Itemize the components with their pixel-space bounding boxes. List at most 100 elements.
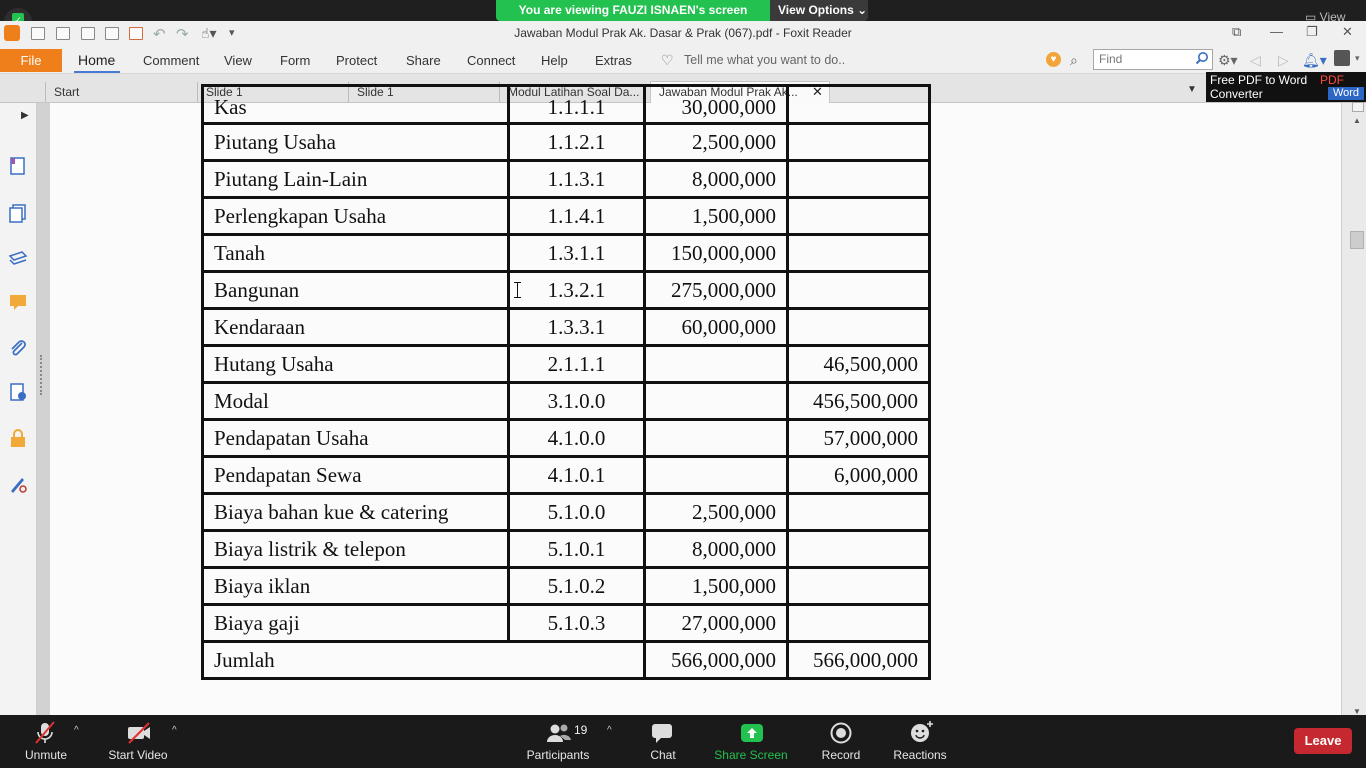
document-title: Jawaban Modul Prak Ak. Dasar & Prak (067… bbox=[514, 26, 852, 40]
credit-cell bbox=[786, 492, 931, 532]
security-lock-icon[interactable] bbox=[8, 428, 28, 448]
credit-cell bbox=[786, 122, 931, 162]
account-code-cell: 4.1.0.0 bbox=[507, 418, 646, 458]
previous-icon[interactable]: ◁ bbox=[1250, 52, 1261, 69]
menu-comment[interactable]: Comment bbox=[143, 53, 199, 68]
share-screen-icon[interactable] bbox=[740, 723, 764, 743]
comments-icon[interactable] bbox=[8, 292, 28, 312]
chat-icon[interactable] bbox=[651, 722, 673, 744]
leave-meeting-button[interactable]: Leave bbox=[1294, 728, 1352, 754]
view-options-label: View Options bbox=[778, 3, 854, 17]
expand-panel-icon[interactable]: ▶ bbox=[21, 110, 29, 121]
account-name-cell: Modal bbox=[201, 381, 510, 421]
bookmarks-icon[interactable] bbox=[8, 156, 28, 176]
view-options-button[interactable]: View Options ⌄ bbox=[770, 0, 868, 21]
account-name-cell: Pendapatan Sewa bbox=[201, 455, 510, 495]
tab-start[interactable]: Start bbox=[45, 82, 195, 102]
ledger-row: Modal 3.1.0.0 456,500,000 bbox=[201, 381, 931, 421]
scrollbar-thumb[interactable] bbox=[1350, 231, 1364, 249]
ledger-row: Biaya iklan 5.1.0.2 1,500,000 bbox=[201, 566, 931, 606]
account-code-cell: 5.1.0.1 bbox=[507, 529, 646, 569]
unmute-label[interactable]: Unmute bbox=[16, 748, 76, 762]
debit-cell: 1,500,000 bbox=[643, 566, 789, 606]
credit-cell bbox=[786, 603, 931, 643]
vertical-scrollbar[interactable] bbox=[1341, 103, 1366, 715]
digital-signature-icon[interactable] bbox=[8, 474, 28, 494]
video-off-icon[interactable] bbox=[126, 722, 152, 744]
account-name-cell: Biaya iklan bbox=[201, 566, 510, 606]
participants-label[interactable]: Participants bbox=[520, 748, 596, 762]
account-icon[interactable] bbox=[1334, 50, 1350, 66]
reactions-icon[interactable] bbox=[909, 720, 935, 744]
credit-cell bbox=[786, 566, 931, 606]
start-video-label[interactable]: Start Video bbox=[104, 748, 172, 762]
participants-caret-icon[interactable]: ^ bbox=[607, 725, 612, 736]
debit-cell: 2,500,000 bbox=[643, 492, 789, 532]
microphone-muted-icon[interactable] bbox=[34, 721, 56, 745]
maximize-icon[interactable]: ❐ bbox=[1306, 24, 1318, 40]
tell-me-search[interactable]: Tell me what you want to do.. bbox=[684, 53, 845, 67]
menu-extras[interactable]: Extras bbox=[595, 53, 632, 68]
menu-protect[interactable]: Protect bbox=[336, 53, 377, 68]
ledger-row: Piutang Usaha 1.1.2.1 2,500,000 bbox=[201, 122, 931, 162]
minimize-icon[interactable]: — bbox=[1270, 24, 1283, 39]
trial-balance-table: Kas 1.1.1.1 30,000,000 Piutang Usaha 1.1.2.1… bbox=[201, 84, 931, 680]
account-code-cell: 1.1.1.1 bbox=[507, 84, 646, 125]
menu-connect[interactable]: Connect bbox=[467, 53, 515, 68]
debit-cell: 8,000,000 bbox=[643, 159, 789, 199]
layers-icon[interactable] bbox=[8, 248, 28, 268]
account-caret-icon[interactable]: ▾ bbox=[1355, 53, 1360, 64]
credit-cell bbox=[786, 159, 931, 199]
menu-share[interactable]: Share bbox=[406, 53, 441, 68]
notification-bell-icon[interactable]: 🔔︎▾ bbox=[1302, 52, 1327, 69]
debit-cell: 2,500,000 bbox=[643, 122, 789, 162]
scroll-up-arrow-icon[interactable]: ▲ bbox=[1353, 116, 1361, 125]
account-name-cell: Kas bbox=[201, 84, 510, 125]
participants-icon[interactable] bbox=[546, 723, 572, 743]
menu-home[interactable]: Home bbox=[78, 52, 115, 68]
splitter-grip[interactable] bbox=[40, 355, 42, 395]
audio-options-caret-icon[interactable]: ^ bbox=[74, 725, 79, 736]
file-menu-button[interactable]: File bbox=[0, 49, 62, 72]
pages-icon[interactable] bbox=[8, 203, 28, 223]
settings-gear-icon[interactable]: ⚙▾ bbox=[1218, 52, 1238, 69]
total-label-cell: Jumlah bbox=[201, 640, 646, 680]
signatures-icon[interactable] bbox=[8, 382, 28, 402]
record-icon[interactable] bbox=[830, 722, 852, 744]
credit-cell bbox=[786, 196, 931, 236]
ledger-row: Perlengkapan Usaha 1.1.4.1 1,500,000 bbox=[201, 196, 931, 236]
menu-view[interactable]: View bbox=[224, 53, 252, 68]
credit-cell bbox=[786, 307, 931, 347]
attachments-icon[interactable] bbox=[8, 338, 28, 358]
account-name-cell: Bangunan bbox=[201, 270, 510, 310]
search-icon[interactable] bbox=[1195, 51, 1209, 65]
ledger-row: Kas 1.1.1.1 30,000,000 bbox=[201, 84, 931, 125]
reactions-label[interactable]: Reactions bbox=[890, 748, 950, 762]
ledger-row: Piutang Lain-Lain 1.1.3.1 8,000,000 bbox=[201, 159, 931, 199]
account-name-cell: Biaya bahan kue & catering bbox=[201, 492, 510, 532]
menu-form[interactable]: Form bbox=[280, 53, 310, 68]
close-icon[interactable]: ✕ bbox=[1342, 24, 1353, 40]
total-credit-cell: 566,000,000 bbox=[786, 640, 931, 680]
debit-cell: 60,000,000 bbox=[643, 307, 789, 347]
account-code-cell: 1.3.2.1 bbox=[507, 270, 646, 310]
viewing-screen-banner: You are viewing FAUZI ISNAEN's screen bbox=[496, 0, 770, 21]
record-label[interactable]: Record bbox=[815, 748, 867, 762]
total-debit-cell: 566,000,000 bbox=[643, 640, 789, 680]
tab-list-dropdown-icon[interactable]: ▼ bbox=[1187, 84, 1197, 95]
chat-label[interactable]: Chat bbox=[640, 748, 686, 762]
credit-cell: 456,500,000 bbox=[786, 381, 931, 421]
ledger-row: Hutang Usaha 2.1.1.1 46,500,000 bbox=[201, 344, 931, 384]
navigation-panel bbox=[0, 103, 37, 715]
folder-search-icon[interactable]: ⌕ bbox=[1070, 52, 1078, 69]
account-code-cell: 1.1.2.1 bbox=[507, 122, 646, 162]
next-icon[interactable]: ▷ bbox=[1278, 52, 1289, 69]
scrollbar-top-handle[interactable] bbox=[1352, 102, 1364, 112]
ribbon-display-icon[interactable]: ⧉ bbox=[1232, 24, 1241, 40]
video-options-caret-icon[interactable]: ^ bbox=[172, 725, 177, 736]
account-code-cell: 4.1.0.1 bbox=[507, 455, 646, 495]
menu-help[interactable]: Help bbox=[541, 53, 568, 68]
heart-icon[interactable]: ♥ bbox=[1046, 52, 1061, 67]
panel-splitter[interactable] bbox=[37, 103, 50, 715]
share-screen-label[interactable]: Share Screen bbox=[708, 748, 794, 762]
